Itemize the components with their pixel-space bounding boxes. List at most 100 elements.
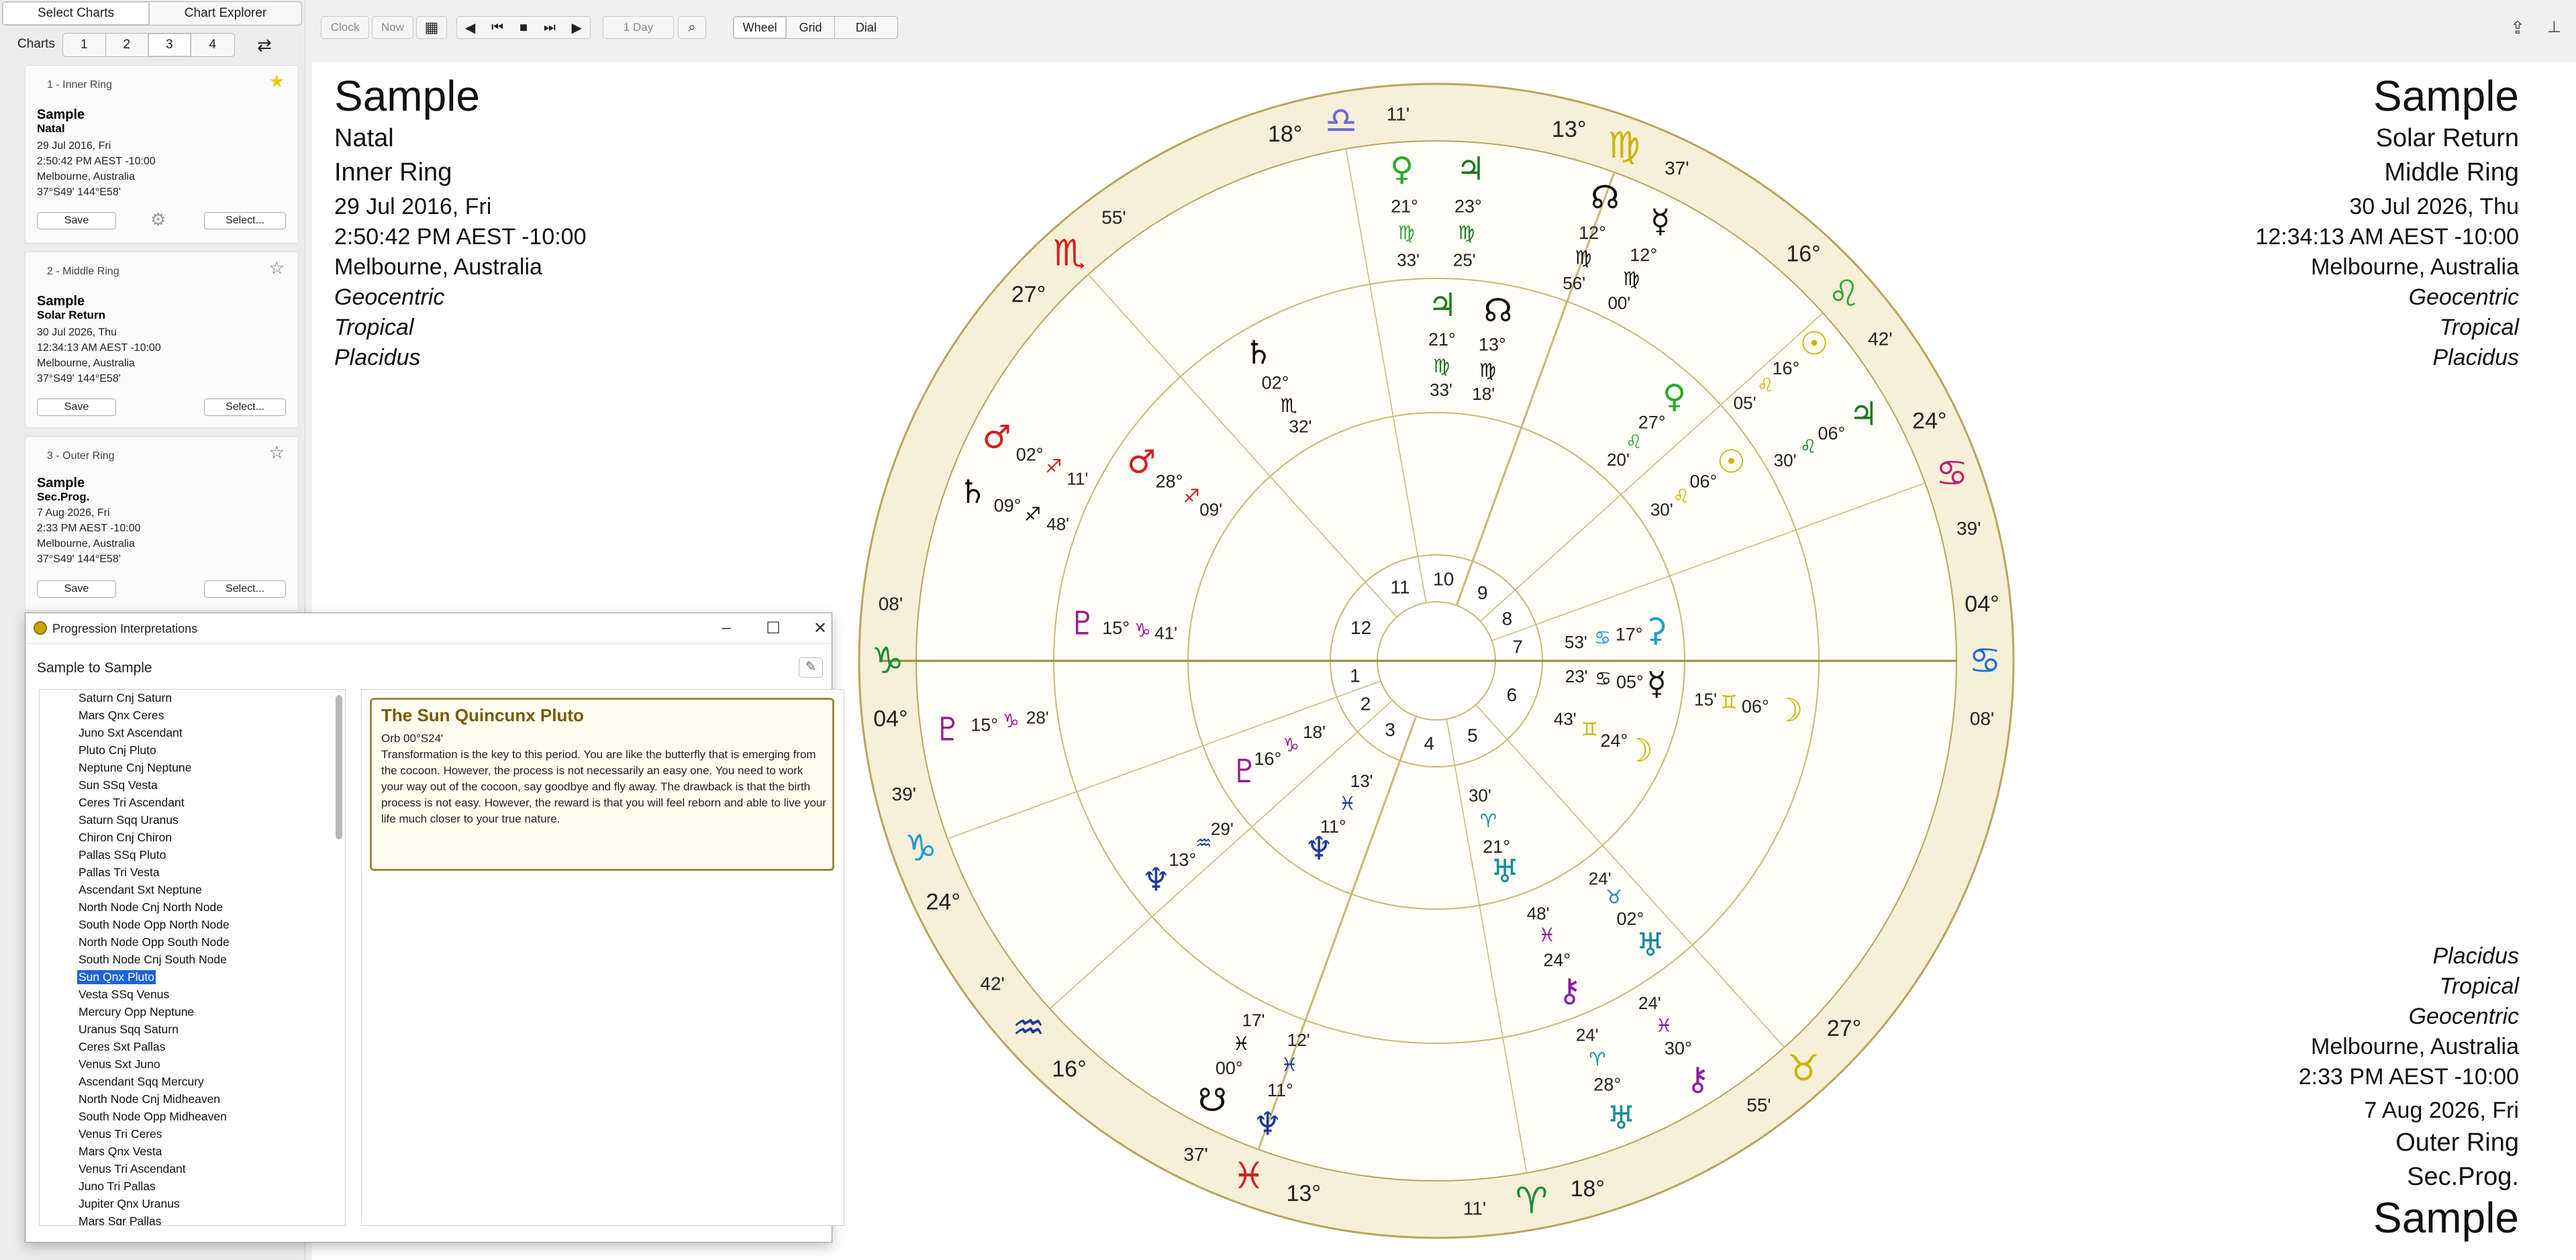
list-item[interactable]: Uranus Sqq Saturn	[79, 1022, 179, 1037]
outer-planet-degree: 06°	[1818, 423, 1845, 443]
list-item[interactable]: Pallas Tri Vesta	[79, 865, 160, 880]
middle-ring-label: Middle Ring	[2384, 158, 2519, 187]
middle-planet-glyph: ⚷	[1558, 972, 1581, 1009]
edit-icon[interactable]: ✎	[799, 658, 823, 678]
save-button[interactable]: Save	[37, 399, 116, 416]
tab-select-charts[interactable]: Select Charts	[3, 2, 150, 25]
list-item[interactable]: Ascendant Sqq Mercury	[79, 1075, 204, 1089]
outer-planet-minute: 12'	[1287, 1030, 1310, 1050]
list-item[interactable]: South Node Cnj South Node	[79, 953, 227, 967]
list-item[interactable]: Venus Sxt Juno	[79, 1057, 160, 1071]
list-item[interactable]: Venus Tri Ascendant	[79, 1162, 186, 1176]
card-kind: Solar Return	[37, 309, 106, 321]
list-item[interactable]: Ascendant Sxt Neptune	[79, 883, 202, 897]
tab-chart-explorer[interactable]: Chart Explorer	[150, 2, 301, 25]
star-outline-icon[interactable]: ☆	[269, 258, 285, 278]
gear-icon[interactable]: ⚙	[150, 209, 166, 230]
outer-planet-sign: ♍	[1458, 222, 1475, 244]
list-item[interactable]: Saturn Sqq Uranus	[79, 813, 179, 827]
calendar-icon[interactable]: ▦	[416, 16, 447, 39]
outer-planet-glyph: ⚷	[1686, 1060, 1710, 1098]
middle-planet-glyph: ♆	[1142, 861, 1171, 898]
list-item[interactable]: South Node Opp North Node	[79, 918, 230, 932]
pin-icon[interactable]: ⊥	[2547, 17, 2561, 37]
select-button[interactable]: Select...	[204, 580, 286, 598]
star-icon[interactable]: ★	[269, 71, 285, 92]
save-button[interactable]: Save	[37, 212, 116, 229]
list-item[interactable]: Vesta SSq Venus	[79, 988, 169, 1002]
maximize-icon[interactable]: ☐	[760, 619, 787, 638]
cusp-degree: 18°	[1268, 121, 1302, 147]
minimize-icon[interactable]: –	[713, 619, 740, 637]
close-icon[interactable]: ✕	[807, 619, 834, 638]
list-item[interactable]: North Node Cnj North Node	[79, 900, 223, 914]
chart-tab-2[interactable]: 2	[106, 34, 148, 56]
list-item[interactable]: Juno Sxt Ascendant	[79, 726, 183, 740]
outer-planet-glyph: ♂	[983, 418, 1011, 456]
inner-planet-minute: 23'	[1565, 666, 1588, 686]
now-button[interactable]: Now	[372, 16, 413, 39]
star-outline-icon[interactable]: ☆	[269, 442, 285, 463]
cusp-degree: 16°	[1052, 1057, 1086, 1082]
list-item[interactable]: Chiron Cnj Chiron	[79, 831, 172, 845]
step-size-field[interactable]: 1 Day	[603, 16, 674, 39]
clock-button[interactable]: Clock	[321, 16, 369, 39]
list-item[interactable]: Sun SSq Vesta	[79, 778, 158, 792]
tab-dial[interactable]: Dial	[835, 17, 897, 38]
list-item[interactable]: Saturn Cnj Saturn	[79, 691, 172, 705]
tab-grid[interactable]: Grid	[787, 17, 835, 38]
save-button[interactable]: Save	[37, 580, 116, 598]
chart-tab-1[interactable]: 1	[63, 34, 106, 56]
list-scrollbar[interactable]	[336, 695, 342, 839]
zodiac-sign-glyph: ♋	[1969, 639, 2001, 682]
list-item[interactable]: Mars Qnx Vesta	[79, 1145, 162, 1159]
list-item[interactable]: Pallas SSq Pluto	[79, 848, 166, 862]
interpretation-card: The Sun Quincunx Pluto Orb 00°S24' Trans…	[370, 698, 834, 871]
outer-planet-glyph: ♃	[1849, 396, 1878, 433]
list-item[interactable]: North Node Opp South Node	[79, 935, 230, 949]
skip-forward-icon[interactable]: ⏭	[544, 20, 556, 36]
share-icon[interactable]: ⇪	[2510, 17, 2525, 38]
select-button[interactable]: Select...	[204, 212, 286, 229]
middle-chart-zodiac: Tropical	[2439, 315, 2519, 340]
progression-interpretations-window[interactable]: Progression Interpretations – ☐ ✕ Sample…	[25, 613, 844, 1243]
list-item[interactable]: Ceres Tri Ascendant	[79, 796, 185, 810]
list-item[interactable]: Mars Qnx Ceres	[79, 708, 164, 723]
list-item[interactable]: Mars Sqr Pallas	[79, 1214, 162, 1225]
outer-planet-glyph: ♇	[934, 711, 962, 748]
list-item[interactable]: South Node Opp Midheaven	[79, 1110, 227, 1124]
tab-wheel[interactable]: Wheel	[734, 17, 787, 38]
chart-card-outer[interactable]: 3 - Outer Ring ☆ Sample Sec.Prog. 7 Aug …	[25, 436, 299, 611]
select-button[interactable]: Select...	[204, 399, 286, 416]
list-item[interactable]: Ceres Sxt Pallas	[79, 1040, 165, 1054]
search-icon[interactable]: ⌕	[678, 16, 706, 39]
skip-back-icon[interactable]: ⏮	[491, 20, 503, 36]
list-item[interactable]: Pluto Cnj Pluto	[79, 743, 156, 757]
middle-planet-degree: 13°	[1479, 334, 1506, 354]
outer-chart-zodiac: Tropical	[2439, 974, 2519, 999]
list-item[interactable]: North Node Cnj Midheaven	[79, 1092, 220, 1106]
inner-planet-degree: 17°	[1616, 625, 1643, 645]
list-item[interactable]: Neptune Cnj Neptune	[79, 761, 191, 775]
list-item[interactable]: Venus Tri Ceres	[79, 1127, 162, 1141]
inner-planet-sign: ♈	[1480, 810, 1497, 832]
shuffle-icon[interactable]: ⇄	[257, 35, 272, 56]
list-item[interactable]: Mercury Opp Neptune	[79, 1005, 194, 1019]
top-tab-group: Select Charts Chart Explorer	[2, 1, 302, 25]
window-titlebar[interactable]: Progression Interpretations – ☐ ✕	[26, 613, 832, 644]
inner-ring-label: Inner Ring	[334, 158, 452, 187]
stop-icon[interactable]: ■	[519, 20, 528, 36]
step-back-icon[interactable]: ◀	[465, 19, 475, 36]
chart-card-inner[interactable]: 1 - Inner Ring ★ Sample Natal 29 Jul 201…	[25, 65, 299, 244]
aspect-list[interactable]: Saturn Cnj Saturn Mars Qnx Ceres Juno Sxt …	[39, 689, 346, 1226]
chart-wheel[interactable]: 1234 56789101112♑04°08'♑24°39'♒16°42'♓ 13°…	[849, 81, 2024, 1255]
chart-tab-3[interactable]: 3	[148, 34, 191, 56]
play-icon[interactable]: ▶	[572, 19, 582, 36]
chart-tab-4[interactable]: 4	[191, 34, 234, 56]
list-item[interactable]: Juno Tri Pallas	[79, 1179, 156, 1194]
house-number: 5	[1467, 725, 1478, 746]
list-item[interactable]: Sun Qnx Pluto	[77, 970, 156, 984]
list-item[interactable]: Jupiter Qnx Uranus	[79, 1197, 180, 1211]
zodiac-sign-glyph: ♈	[1516, 1179, 1548, 1222]
chart-card-middle[interactable]: 2 - Middle Ring ☆ Sample Solar Return 30…	[25, 252, 299, 428]
